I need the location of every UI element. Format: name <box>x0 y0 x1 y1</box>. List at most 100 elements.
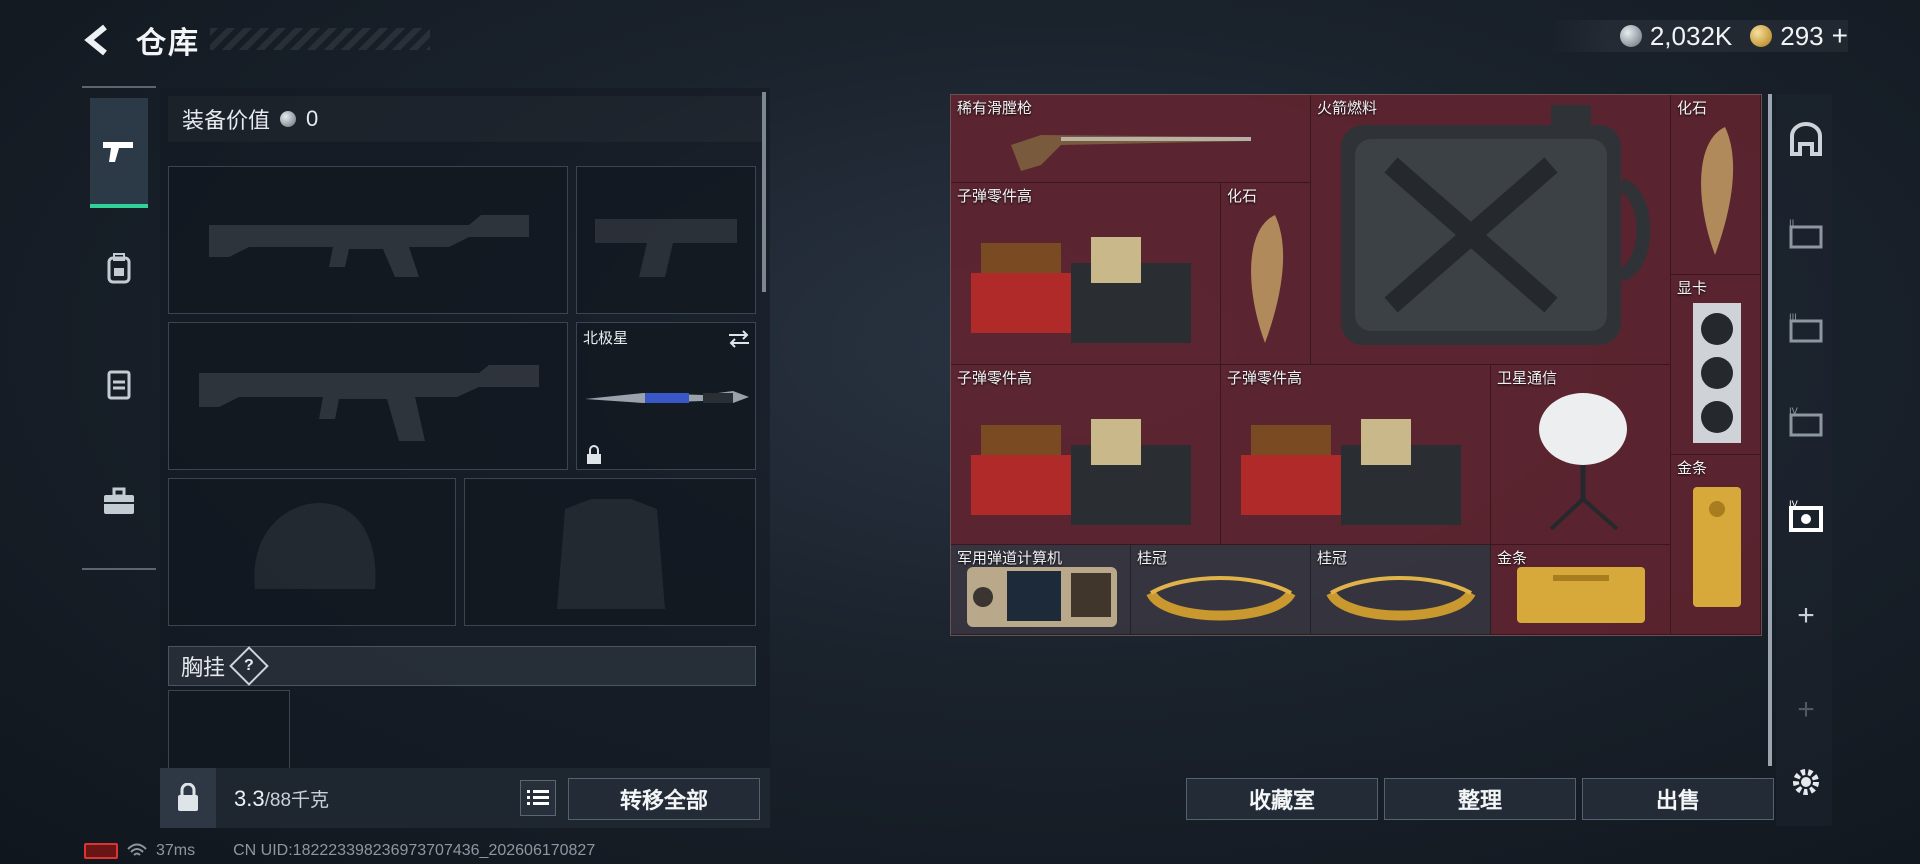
tab-storage-4[interactable]: IV <box>1786 402 1826 442</box>
tab-storage-2[interactable]: II <box>1786 214 1826 254</box>
nav-toolbox[interactable] <box>90 472 148 530</box>
gold-bar-icon <box>1693 487 1741 607</box>
inventory-grid: 稀有滑膛枪 火箭燃料 化石 子弹零件高 化石 显卡 子弹零件高 子弹零件高 卫星… <box>950 94 1762 636</box>
gpu-icon <box>1693 303 1741 443</box>
item-name: 子弹零件高 <box>1227 370 1303 387</box>
gold-bar-icon <box>1517 567 1645 623</box>
item-name: 子弹零件高 <box>957 188 1033 205</box>
helmet-silhouette-icon <box>254 503 376 589</box>
item-name: 卫星通信 <box>1497 370 1558 387</box>
tab-storage-3[interactable]: III <box>1786 308 1826 348</box>
settings-button[interactable] <box>1786 762 1826 802</box>
title-decoration <box>210 28 430 50</box>
plus-icon: + <box>1797 693 1815 726</box>
secondary-weapon-slot[interactable] <box>168 322 568 470</box>
ballistic-computer-icon <box>967 567 1117 627</box>
silver-currency: 2,032K <box>1619 20 1733 52</box>
chest-rig-slot[interactable] <box>168 690 290 770</box>
gear-icon <box>1793 769 1819 795</box>
ammo-crate-icon <box>971 419 1191 525</box>
storage-box-icon: IV <box>1789 500 1823 532</box>
equipment-value-label: 装备价值 <box>182 108 271 133</box>
item-gold-bar[interactable]: 金条 <box>1671 455 1761 635</box>
item-graphics-card[interactable]: 显卡 <box>1671 275 1761 455</box>
add-storage-button[interactable]: + <box>1786 596 1826 636</box>
item-name: 金条 <box>1677 460 1708 477</box>
currency-bar: 2,032K 293 + <box>1549 20 1848 52</box>
item-satellite-comm[interactable]: 卫星通信 <box>1491 365 1671 545</box>
primary-weapon-slot[interactable] <box>168 166 568 314</box>
padlock-icon <box>178 783 198 811</box>
item-name: 显卡 <box>1677 280 1708 297</box>
claw-fossil-icon <box>1251 215 1284 343</box>
collection-room-button[interactable]: 收藏室 <box>1186 778 1378 820</box>
tab-storage-4-active[interactable]: IV <box>1786 496 1826 536</box>
melee-slot[interactable]: 北极星 <box>576 322 756 470</box>
transfer-all-button[interactable]: 转移全部 <box>568 778 760 820</box>
list-icon <box>527 790 549 805</box>
svg-text:IV: IV <box>1789 500 1799 510</box>
battery-icon <box>84 843 118 859</box>
item-fossil[interactable]: 化石 <box>1671 95 1761 275</box>
silver-amount: 2,032K <box>1649 20 1733 51</box>
help-icon[interactable]: ? <box>229 646 269 686</box>
silver-coin-icon <box>1619 25 1642 47</box>
plus-icon: + <box>1797 599 1815 632</box>
sell-button[interactable]: 出售 <box>1582 778 1774 820</box>
body-armor-slot[interactable] <box>464 478 756 626</box>
gold-coin-icon <box>1750 25 1773 47</box>
vault-icon <box>1790 122 1822 156</box>
storage-box-icon: III <box>1789 313 1823 343</box>
item-ballistic-computer[interactable]: 军用弹道计算机 <box>951 545 1131 635</box>
pistol-silhouette-icon <box>595 219 737 277</box>
user-uid: CN UID:18222339823697370743​6_2026061708… <box>233 842 596 859</box>
item-laurel-crown[interactable]: 桂冠 <box>1311 545 1491 635</box>
item-fossil[interactable]: 化石 <box>1221 183 1311 365</box>
status-bar: 37ms CN UID:18222339823697370743​6_20260… <box>84 842 595 860</box>
item-ammo-parts[interactable]: 子弹零件高 <box>951 365 1221 545</box>
nav-weapons[interactable] <box>90 98 148 208</box>
equipment-category-nav <box>82 86 156 570</box>
knife-icon <box>585 391 749 403</box>
nav-armor[interactable] <box>90 356 148 414</box>
helmet-slot[interactable] <box>168 478 456 626</box>
swap-icon[interactable] <box>727 329 751 349</box>
chest-rig-label: 胸挂 <box>181 655 226 680</box>
laurel-crown-icon <box>1326 576 1476 621</box>
svg-text:IV: IV <box>1789 407 1799 417</box>
rifle-silhouette-icon <box>209 215 529 277</box>
toolbox-icon <box>104 487 134 514</box>
jerrycan-icon <box>1341 105 1651 345</box>
vest-icon <box>107 370 131 400</box>
item-name: 化石 <box>1677 100 1708 117</box>
tab-vault[interactable] <box>1786 120 1826 160</box>
storage-box-icon: IV <box>1789 407 1823 437</box>
armor-silhouette-icon <box>557 499 665 609</box>
equipment-scrollbar[interactable] <box>762 92 766 292</box>
nav-backpack[interactable] <box>90 240 148 298</box>
item-gold-bar[interactable]: 金条 <box>1491 545 1671 635</box>
backpack-icon <box>107 253 131 284</box>
equipment-value-header: 装备价值 0 <box>168 96 762 142</box>
item-musket[interactable]: 稀有滑膛枪 <box>951 95 1311 183</box>
item-rocket-fuel[interactable]: 火箭燃料 <box>1311 95 1671 365</box>
item-ammo-parts[interactable]: 子弹零件高 <box>1221 365 1491 545</box>
melee-name: 北极星 <box>583 330 629 347</box>
item-ammo-parts[interactable]: 子弹零件高 <box>951 183 1221 365</box>
add-gold-icon[interactable]: + <box>1832 20 1848 52</box>
inventory-scrollbar[interactable] <box>1768 94 1772 766</box>
musket-icon <box>1011 135 1251 171</box>
organize-button[interactable]: 整理 <box>1384 778 1576 820</box>
weight-current: 3.3 <box>234 785 265 811</box>
capacity-bar: 3.3/88千克 转移全部 <box>160 768 770 828</box>
add-storage-button-locked: + <box>1786 690 1826 730</box>
svg-text:II: II <box>1789 219 1794 229</box>
sidearm-slot[interactable] <box>576 166 756 314</box>
lock-icon <box>587 445 601 464</box>
bag-lock-button[interactable] <box>160 768 216 828</box>
back-button[interactable] <box>80 22 116 58</box>
wifi-icon <box>127 843 147 856</box>
list-view-button[interactable] <box>520 780 556 816</box>
item-laurel-crown[interactable]: 桂冠 <box>1131 545 1311 635</box>
gold-currency[interactable]: 293 + <box>1750 20 1848 52</box>
